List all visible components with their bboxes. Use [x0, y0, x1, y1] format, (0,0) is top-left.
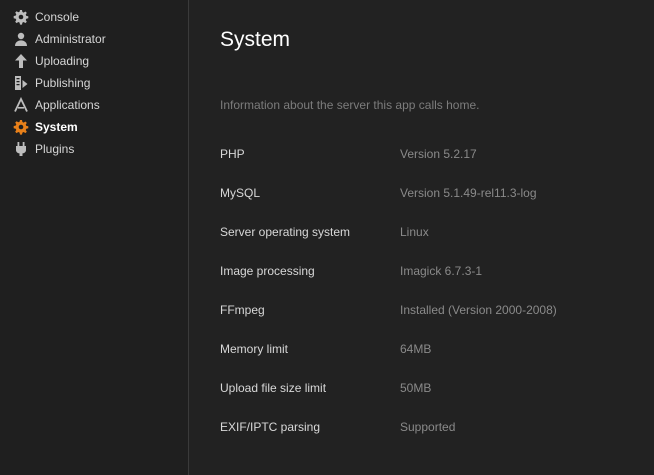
info-label: Memory limit	[220, 342, 288, 356]
gear-icon	[13, 119, 29, 135]
sidebar-item-label: Plugins	[35, 142, 75, 156]
info-label: PHP	[220, 147, 245, 161]
info-value: 64MB	[400, 342, 432, 356]
info-value: Installed (Version 2000-2008)	[400, 303, 557, 317]
sidebar-item-label: Uploading	[35, 54, 90, 68]
plug-icon	[13, 141, 29, 157]
sidebar-nav: Console Administrator Uploading Publishi…	[0, 0, 188, 160]
info-label: Server operating system	[220, 225, 351, 239]
info-row-ffmpeg: FFmpeg Installed (Version 2000-2008)	[220, 303, 640, 342]
sidebar-item-plugins[interactable]: Plugins	[0, 138, 188, 160]
sidebar-item-label: Console	[35, 10, 80, 24]
gear-icon	[13, 9, 29, 25]
sidebar-item-label: System	[35, 120, 78, 134]
sidebar-item-label: Administrator	[35, 32, 106, 46]
user-icon	[13, 31, 29, 47]
applications-icon	[13, 97, 29, 113]
sidebar: Console Administrator Uploading Publishi…	[0, 0, 189, 475]
info-row-memory-limit: Memory limit 64MB	[220, 342, 640, 381]
sidebar-item-administrator[interactable]: Administrator	[0, 28, 188, 50]
sidebar-item-console[interactable]: Console	[0, 6, 188, 28]
sidebar-item-uploading[interactable]: Uploading	[0, 50, 188, 72]
info-row-php: PHP Version 5.2.17	[220, 147, 640, 186]
sidebar-item-label: Applications	[35, 98, 100, 112]
page-description: Information about the server this app ca…	[220, 98, 480, 112]
info-row-exif-iptc: EXIF/IPTC parsing Supported	[220, 420, 640, 459]
info-row-image-processing: Image processing Imagick 6.7.3-1	[220, 264, 640, 303]
info-value: Version 5.1.49-rel11.3-log	[400, 186, 537, 200]
sidebar-item-label: Publishing	[35, 76, 91, 90]
system-info-table: PHP Version 5.2.17 MySQL Version 5.1.49-…	[220, 147, 640, 459]
info-value: Imagick 6.7.3-1	[400, 264, 483, 278]
info-label: Image processing	[220, 264, 315, 278]
info-value: Version 5.2.17	[400, 147, 477, 161]
info-label: EXIF/IPTC parsing	[220, 420, 321, 434]
info-label: MySQL	[220, 186, 261, 200]
sidebar-item-publishing[interactable]: Publishing	[0, 72, 188, 94]
sidebar-item-applications[interactable]: Applications	[0, 94, 188, 116]
info-value: Supported	[400, 420, 456, 434]
info-row-os: Server operating system Linux	[220, 225, 640, 264]
info-label: Upload file size limit	[220, 381, 327, 395]
info-value: Linux	[400, 225, 429, 239]
info-label: FFmpeg	[220, 303, 265, 317]
upload-arrow-icon	[13, 53, 29, 69]
info-row-mysql: MySQL Version 5.1.49-rel11.3-log	[220, 186, 640, 225]
publish-icon	[13, 75, 29, 91]
sidebar-item-system[interactable]: System	[0, 116, 188, 138]
info-value: 50MB	[400, 381, 432, 395]
info-row-upload-limit: Upload file size limit 50MB	[220, 381, 640, 420]
main-content: System Information about the server this…	[190, 0, 654, 475]
page-title: System	[220, 28, 291, 51]
